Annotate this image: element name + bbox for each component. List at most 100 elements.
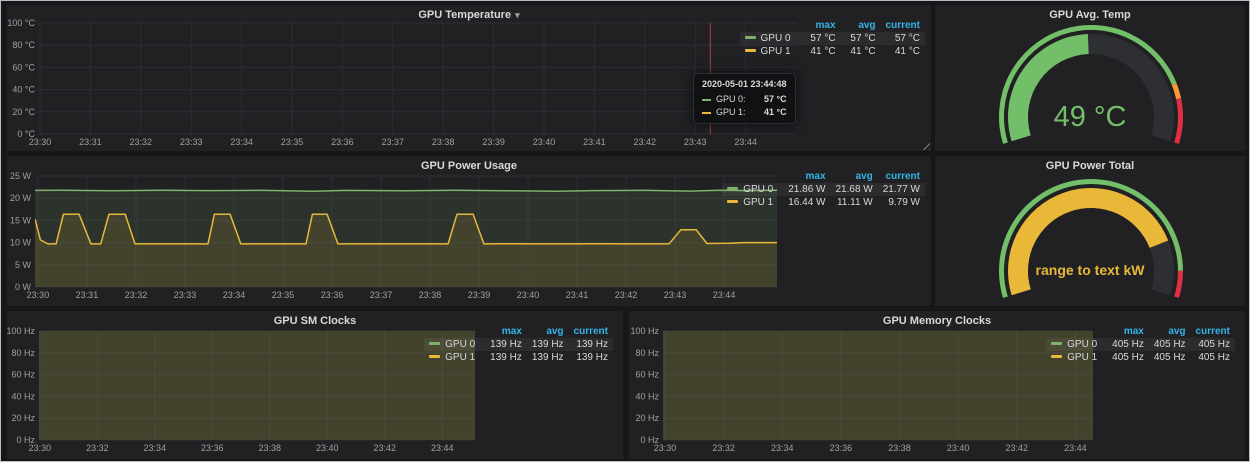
svg-text:10 W: 10 W: [10, 238, 32, 248]
temperature-legend: maxavgcurrentGPU 057 °C57 °C57 °CGPU 141…: [740, 19, 925, 58]
panel-gpu-sm-clocks: GPU SM Clocks 23:3023:3223:3423:3623:382…: [7, 311, 623, 459]
legend-row-gpu-1[interactable]: GPU 116.44 W11.11 W9.79 W: [722, 196, 925, 209]
svg-text:23:34: 23:34: [230, 137, 253, 147]
series-dash-icon: [745, 36, 756, 39]
legend-header-row: maxavgcurrent: [740, 19, 925, 32]
legend-header-row: maxavgcurrent: [424, 325, 613, 338]
legend-header[interactable]: current: [569, 325, 613, 338]
svg-text:100 Hz: 100 Hz: [630, 327, 659, 336]
legend-row-gpu-0[interactable]: GPU 0405 Hz405 Hz405 Hz: [1046, 338, 1235, 351]
panel-resize-handle[interactable]: [920, 140, 930, 150]
svg-text:40 Hz: 40 Hz: [11, 391, 35, 401]
legend-row-gpu-0[interactable]: GPU 021.86 W21.68 W21.77 W: [722, 183, 925, 196]
tooltip-row: GPU 1: 41 °C: [702, 106, 787, 119]
svg-text:20 Hz: 20 Hz: [11, 413, 35, 423]
svg-text:23:42: 23:42: [1006, 443, 1029, 453]
legend-header[interactable]: avg: [841, 19, 881, 32]
tooltip-series-name: GPU 1:: [716, 106, 746, 119]
panel-gpu-temperature: GPU Temperature▾ 23:3023:3123:3223:3323:…: [7, 5, 931, 151]
svg-text:23:44: 23:44: [431, 443, 454, 453]
svg-text:23:32: 23:32: [712, 443, 735, 453]
svg-text:23:32: 23:32: [86, 443, 109, 453]
svg-text:5 W: 5 W: [15, 260, 32, 270]
sm-clocks-chart[interactable]: 23:3023:3223:3423:3623:3823:4023:4223:44…: [7, 327, 481, 457]
series-area: [39, 327, 475, 440]
legend-value: 405 Hz: [1149, 338, 1191, 351]
legend-value: 21.68 W: [831, 183, 878, 196]
svg-text:23:36: 23:36: [830, 443, 853, 453]
series-dash-icon: [429, 342, 440, 345]
svg-text:23:37: 23:37: [382, 137, 405, 147]
legend-header[interactable]: max: [1107, 325, 1149, 338]
power-usage-legend: maxavgcurrentGPU 021.86 W21.68 W21.77 WG…: [722, 170, 925, 209]
legend-value: 405 Hz: [1191, 351, 1235, 364]
legend-header[interactable]: max: [783, 170, 830, 183]
svg-text:23:31: 23:31: [76, 290, 99, 300]
temperature-chart[interactable]: 23:3023:3123:3223:3323:3423:3523:3623:37…: [7, 19, 807, 151]
legend-header-row: maxavgcurrent: [1046, 325, 1235, 338]
svg-text:23:35: 23:35: [272, 290, 295, 300]
svg-text:0 Hz: 0 Hz: [16, 435, 35, 445]
legend-row-gpu-0[interactable]: GPU 057 °C57 °C57 °C: [740, 32, 925, 45]
series-dash-icon: [727, 200, 738, 203]
legend-value: 405 Hz: [1191, 338, 1235, 351]
svg-text:0 W: 0 W: [15, 282, 32, 292]
svg-text:23:40: 23:40: [533, 137, 556, 147]
series-dash-icon: [429, 355, 440, 358]
memory-clocks-legend: maxavgcurrentGPU 0405 Hz405 Hz405 HzGPU …: [1046, 325, 1235, 364]
svg-text:23:42: 23:42: [373, 443, 396, 453]
legend-header[interactable]: current: [1191, 325, 1235, 338]
svg-text:20 Hz: 20 Hz: [635, 413, 659, 423]
graph-tooltip: 2020-05-01 23:44:48 GPU 0:57 °C GPU 1: 41…: [693, 73, 796, 124]
series-dash-icon: [1051, 342, 1062, 345]
svg-text:23:44: 23:44: [734, 137, 757, 147]
legend-value: 9.79 W: [878, 196, 925, 209]
legend-header[interactable]: current: [878, 170, 925, 183]
svg-text:80 Hz: 80 Hz: [11, 348, 35, 358]
series-dash-icon: [702, 112, 711, 114]
svg-text:0 °C: 0 °C: [17, 129, 35, 139]
legend-row-gpu-1[interactable]: GPU 1139 Hz139 Hz139 Hz: [424, 351, 613, 364]
power-usage-chart[interactable]: 23:3023:3123:3223:3323:3423:3523:3623:37…: [7, 172, 787, 304]
power-total-gauge: [935, 156, 1245, 306]
svg-text:23:37: 23:37: [370, 290, 393, 300]
legend-header[interactable]: current: [881, 19, 925, 32]
panel-gpu-power-total: GPU Power Total range to text kW: [935, 156, 1245, 306]
svg-text:60 °C: 60 °C: [12, 62, 35, 72]
svg-text:20 °C: 20 °C: [12, 107, 35, 117]
series-dash-icon: [727, 187, 738, 190]
legend-header[interactable]: avg: [831, 170, 878, 183]
tooltip-row: GPU 0:57 °C: [702, 93, 787, 106]
svg-text:25 W: 25 W: [10, 172, 32, 181]
gauge-value-text: 49 °C: [935, 101, 1245, 134]
svg-text:23:41: 23:41: [583, 137, 606, 147]
svg-text:15 W: 15 W: [10, 215, 32, 225]
svg-text:23:36: 23:36: [201, 443, 224, 453]
legend-value: 139 Hz: [485, 351, 527, 364]
svg-text:23:38: 23:38: [259, 443, 282, 453]
legend-row-gpu-1[interactable]: GPU 1405 Hz405 Hz405 Hz: [1046, 351, 1235, 364]
legend-row-gpu-0[interactable]: GPU 0139 Hz139 Hz139 Hz: [424, 338, 613, 351]
legend-row-gpu-1[interactable]: GPU 141 °C41 °C41 °C: [740, 45, 925, 58]
svg-text:23:42: 23:42: [634, 137, 657, 147]
svg-text:60 Hz: 60 Hz: [635, 370, 659, 380]
tooltip-timestamp: 2020-05-01 23:44:48: [702, 78, 787, 91]
sm-clocks-legend: maxavgcurrentGPU 0139 Hz139 Hz139 HzGPU …: [424, 325, 613, 364]
legend-header[interactable]: avg: [527, 325, 569, 338]
memory-clocks-chart[interactable]: 23:3023:3223:3423:3623:3823:4023:4223:44…: [629, 327, 1099, 457]
legend-header[interactable]: max: [485, 325, 527, 338]
svg-text:23:38: 23:38: [888, 443, 911, 453]
panel-gpu-avg-temp: GPU Avg. Temp 49 °C: [935, 5, 1245, 151]
legend-header[interactable]: avg: [1149, 325, 1191, 338]
series-area: [663, 327, 1093, 440]
legend-value: 11.11 W: [831, 196, 878, 209]
legend-header[interactable]: max: [801, 19, 841, 32]
svg-text:80 Hz: 80 Hz: [635, 348, 659, 358]
svg-text:23:35: 23:35: [281, 137, 304, 147]
legend-value: 57 °C: [801, 32, 841, 45]
svg-text:23:34: 23:34: [771, 443, 794, 453]
svg-text:23:39: 23:39: [482, 137, 505, 147]
series-dash-icon: [745, 49, 756, 52]
tooltip-series-value: 41 °C: [750, 106, 787, 119]
legend-value: 21.86 W: [783, 183, 830, 196]
